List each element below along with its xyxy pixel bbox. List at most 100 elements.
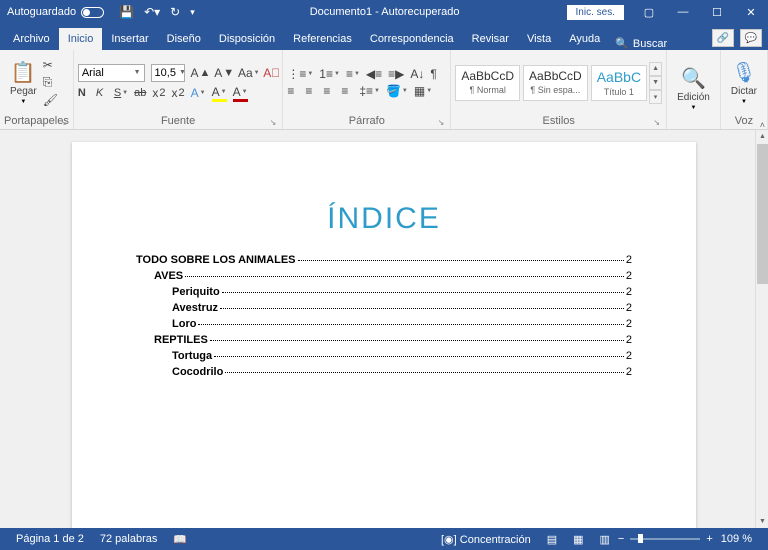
tab-diseno[interactable]: Diseño [158, 28, 210, 50]
share-button[interactable]: 🔗 [712, 29, 734, 47]
bullets-icon[interactable]: ⋮≡▼ [287, 67, 313, 81]
document-heading: ÍNDICE [136, 202, 632, 236]
group-editing: 🔍Edición▼ [667, 50, 721, 129]
tab-correspondencia[interactable]: Correspondencia [361, 28, 463, 50]
italic-icon[interactable]: K [96, 87, 108, 99]
tab-ayuda[interactable]: Ayuda [560, 28, 609, 50]
font-launcher[interactable]: ↘ [270, 118, 277, 127]
clipboard-launcher[interactable]: ↘ [60, 118, 67, 127]
minimize-icon[interactable]: — [666, 0, 700, 24]
sign-in-button[interactable]: Inic. ses. [567, 5, 624, 20]
document-area[interactable]: ÍNDICE TODO SOBRE LOS ANIMALES2AVES2Peri… [0, 130, 768, 528]
microphone-icon: 🎙 [731, 60, 756, 85]
document-title: Documento1 - Autorecuperado [203, 6, 567, 18]
group-voice: 🎙Dictar▼ Voz ˄ [721, 50, 768, 129]
tab-vista[interactable]: Vista [518, 28, 560, 50]
ribbon: 📋 Pegar▼ ✂ ⎘ 🖌 Portapapeles↘ Arial▼ 10,5… [0, 50, 768, 130]
vertical-scrollbar[interactable]: ▲ ▼ [755, 130, 768, 528]
multilevel-icon[interactable]: ≡▼ [346, 67, 360, 81]
highlight-icon[interactable]: A▼ [212, 85, 227, 102]
align-left-icon[interactable]: ≡ [287, 84, 299, 98]
styles-nav[interactable]: ▲▼▾ [649, 62, 662, 104]
show-marks-icon[interactable]: ¶ [430, 67, 442, 81]
sort-icon[interactable]: A↓ [410, 67, 424, 81]
search-icon: 🔍 [615, 37, 629, 50]
strike-icon[interactable]: ab [134, 87, 146, 99]
numbering-icon[interactable]: 1≡▼ [319, 67, 340, 81]
indent-icon[interactable]: ≡▶ [388, 67, 404, 81]
page: ÍNDICE TODO SOBRE LOS ANIMALES2AVES2Peri… [72, 142, 696, 528]
font-size-select[interactable]: 10,5▼ [151, 64, 185, 82]
ribbon-options-icon[interactable]: ▢ [632, 0, 666, 24]
group-styles: AaBbCcD¶ NormalAaBbCcD¶ Sin espa...AaBbC… [451, 50, 667, 129]
subscript-icon[interactable]: x2 [152, 86, 165, 100]
comments-button[interactable]: 💬 [740, 29, 762, 47]
group-clipboard: 📋 Pegar▼ ✂ ⎘ 🖌 Portapapeles↘ [0, 50, 74, 129]
focus-mode[interactable]: [◉] Concentración [433, 533, 539, 546]
find-icon: 🔍 [681, 66, 706, 91]
cut-icon[interactable]: ✂ [43, 58, 58, 72]
zoom-level[interactable]: 109 % [713, 533, 760, 545]
dictate-button[interactable]: 🎙Dictar▼ [725, 58, 763, 107]
maximize-icon[interactable]: ☐ [700, 0, 734, 24]
view-readmode-icon[interactable]: ▤ [539, 533, 565, 546]
paste-button[interactable]: 📋 Pegar▼ [4, 58, 43, 107]
style-item[interactable]: AaBbCcD¶ Normal [455, 65, 520, 101]
collapse-ribbon-icon[interactable]: ˄ [760, 120, 765, 130]
tab-referencias[interactable]: Referencias [284, 28, 361, 50]
group-font: Arial▼ 10,5▼ A▲ A▼ Aa▼ A⃠ N K S▼ ab x2 x… [74, 50, 284, 129]
toc-entry: Tortuga2 [172, 350, 632, 362]
undo-icon[interactable]: ↶▾ [144, 5, 160, 19]
zoom-out-icon[interactable]: − [618, 533, 624, 545]
font-color-icon[interactable]: A▼ [233, 85, 248, 102]
align-right-icon[interactable]: ≡ [323, 84, 335, 98]
scrollbar-thumb[interactable] [757, 144, 768, 284]
outdent-icon[interactable]: ◀≡ [366, 67, 382, 81]
spellcheck-icon[interactable]: 📖 [165, 533, 195, 546]
tab-revisar[interactable]: Revisar [463, 28, 518, 50]
redo-icon[interactable]: ↻ [170, 5, 180, 19]
line-spacing-icon[interactable]: ‡≡▼ [359, 84, 380, 98]
shrink-font-icon[interactable]: A▼ [214, 66, 232, 80]
style-item[interactable]: AaBbCcD¶ Sin espa... [523, 65, 588, 101]
scroll-down-icon[interactable]: ▼ [756, 515, 768, 528]
tab-archivo[interactable]: Archivo [4, 28, 59, 50]
justify-icon[interactable]: ≡ [341, 84, 353, 98]
bold-icon[interactable]: N [78, 87, 90, 99]
view-web-icon[interactable]: ▥ [592, 533, 618, 546]
page-count[interactable]: Página 1 de 2 [8, 533, 92, 545]
superscript-icon[interactable]: x2 [172, 86, 185, 100]
align-center-icon[interactable]: ≡ [305, 84, 317, 98]
window-buttons: Inic. ses. ▢ — ☐ ✕ [567, 0, 768, 24]
tab-disposicion[interactable]: Disposición [210, 28, 284, 50]
borders-icon[interactable]: ▦▼ [414, 84, 432, 98]
toc-entry: Avestruz2 [172, 302, 632, 314]
word-count[interactable]: 72 palabras [92, 533, 166, 545]
tab-inicio[interactable]: Inicio [59, 28, 103, 50]
search-box[interactable]: 🔍Buscar [609, 37, 673, 50]
save-icon[interactable]: 💾 [119, 5, 134, 19]
para-launcher[interactable]: ↘ [438, 118, 445, 127]
font-family-select[interactable]: Arial▼ [78, 64, 145, 82]
table-of-contents: TODO SOBRE LOS ANIMALES2AVES2Periquito2A… [136, 254, 632, 378]
grow-font-icon[interactable]: A▲ [191, 66, 209, 80]
view-print-icon[interactable]: ▦ [565, 533, 591, 546]
shading-icon[interactable]: 🪣▼ [386, 84, 408, 98]
style-item[interactable]: AaBbCTítulo 1 [591, 65, 647, 101]
autosave-toggle[interactable]: Autoguardado [0, 6, 111, 18]
tab-insertar[interactable]: Insertar [102, 28, 157, 50]
title-bar: Autoguardado 💾 ↶▾ ↻ ▾ Documento1 - Autor… [0, 0, 768, 24]
change-case-icon[interactable]: Aa▼ [238, 66, 257, 80]
zoom-slider[interactable] [630, 538, 700, 540]
copy-icon[interactable]: ⎘ [43, 75, 58, 90]
scroll-up-icon[interactable]: ▲ [756, 130, 768, 143]
text-effects-icon[interactable]: A▼ [191, 86, 206, 100]
close-icon[interactable]: ✕ [734, 0, 768, 24]
underline-icon[interactable]: S▼ [114, 87, 128, 99]
group-paragraph: ⋮≡▼ 1≡▼ ≡▼ ◀≡ ≡▶ A↓ ¶ ≡ ≡ ≡ ≡ ‡≡▼ 🪣▼ ▦▼ … [283, 50, 451, 129]
qat-more-icon[interactable]: ▾ [190, 7, 195, 18]
format-painter-icon[interactable]: 🖌 [43, 93, 58, 107]
styles-launcher[interactable]: ↘ [653, 118, 660, 127]
clear-format-icon[interactable]: A⃠ [263, 66, 278, 80]
editing-button[interactable]: 🔍Edición▼ [671, 64, 716, 113]
